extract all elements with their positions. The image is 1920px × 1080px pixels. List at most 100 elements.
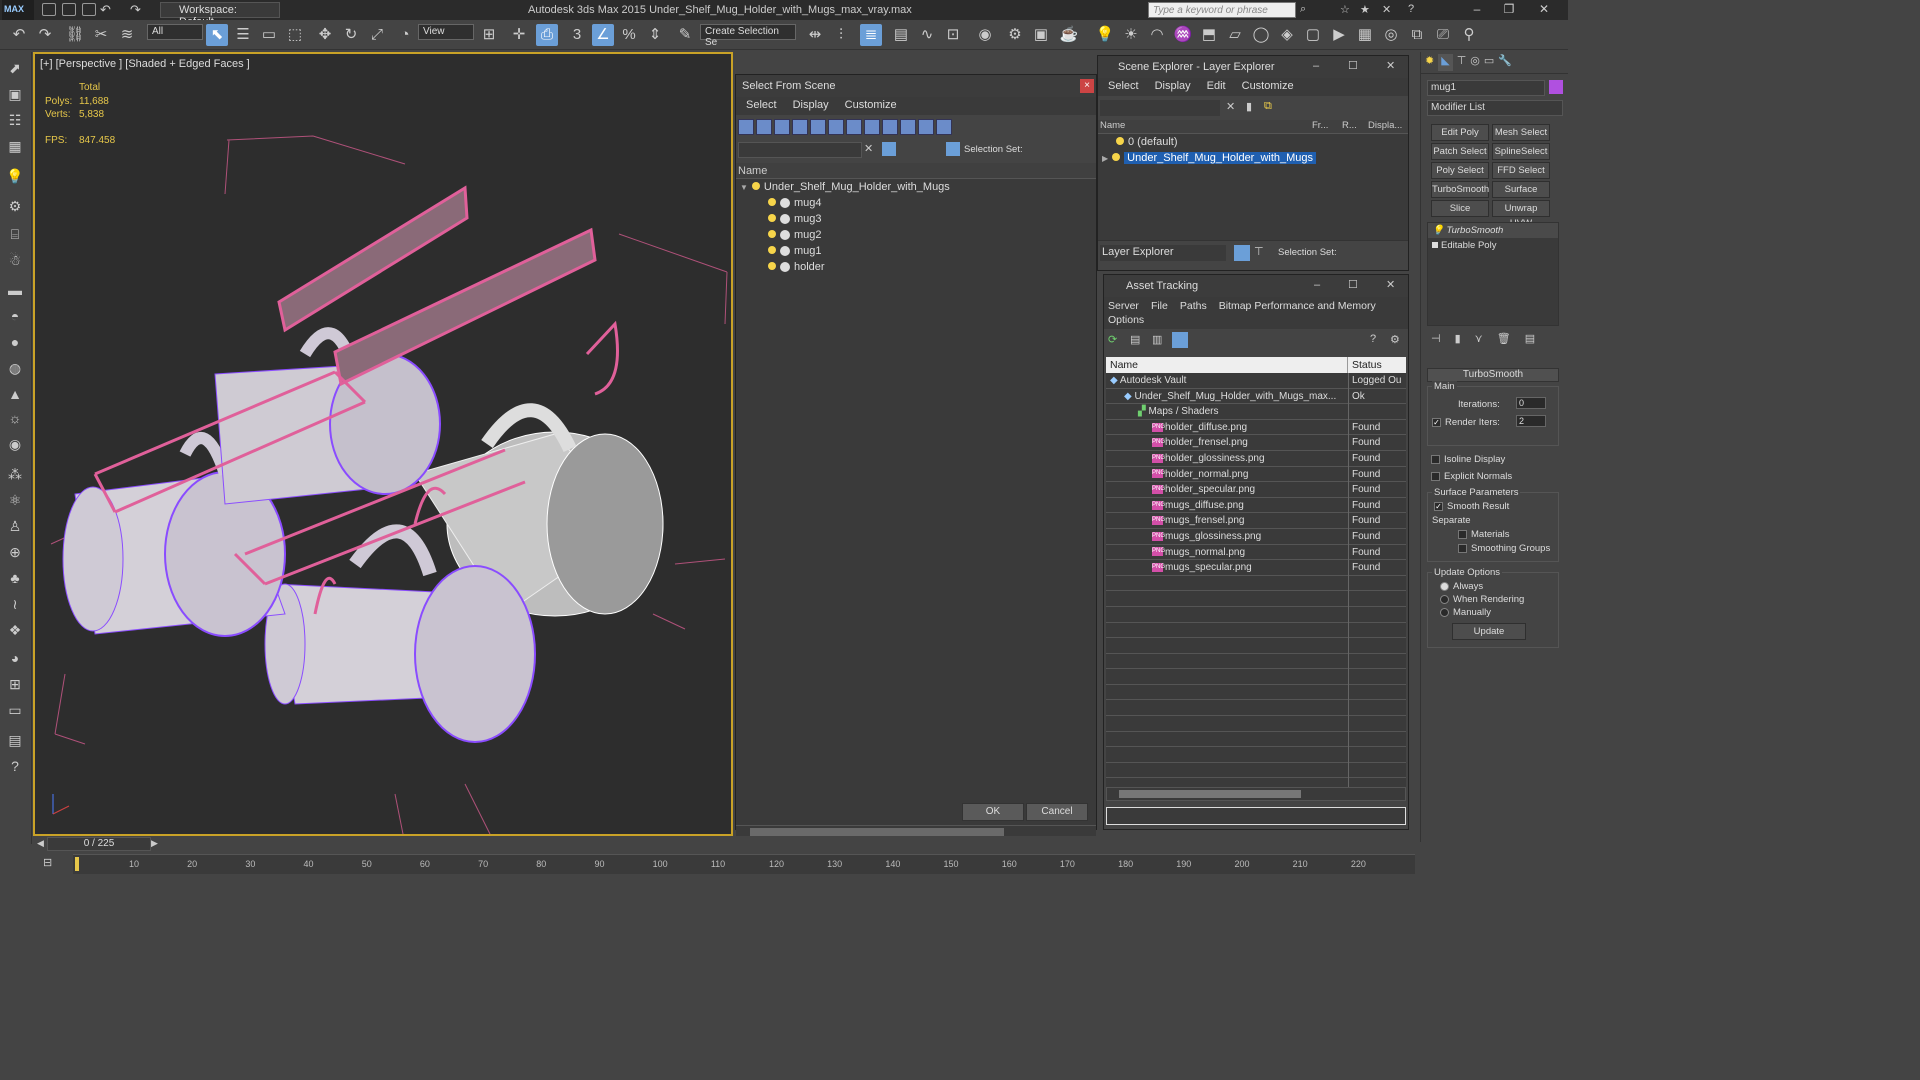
next-frame-icon[interactable]: ▶ [151, 838, 158, 849]
filter-geometry-icon[interactable] [738, 119, 754, 135]
motion-tab-icon[interactable]: ◎ [1470, 54, 1480, 71]
minimize-icon[interactable]: – [1314, 279, 1320, 291]
checkbox-checked[interactable]: ✓ [1434, 501, 1443, 511]
vray-camera-icon[interactable]: ⎚ [1432, 24, 1454, 46]
minimize-icon[interactable]: – [1465, 2, 1489, 18]
table-view-icon[interactable] [1172, 332, 1188, 348]
hierarchy-icon[interactable]: ⊤ [1254, 245, 1264, 258]
show-end-result-icon[interactable]: ▮ [1455, 332, 1461, 352]
monitor-icon[interactable]: ▭ [5, 702, 25, 722]
col-render[interactable]: R... [1342, 120, 1368, 133]
menu-paths[interactable]: Paths [1180, 300, 1207, 312]
menu-edit[interactable]: Edit [1207, 80, 1226, 94]
display-tab-icon[interactable]: ▭ [1484, 54, 1494, 71]
utilities-tab-icon[interactable]: 🔧 [1498, 54, 1512, 71]
open-file-icon[interactable] [62, 3, 76, 16]
star-filled-icon[interactable]: ★ [1360, 3, 1370, 16]
place-icon[interactable]: ◔ [394, 24, 416, 46]
bulb-icon[interactable]: 💡 [1432, 225, 1444, 236]
asset-row[interactable]: PNGholder_glossiness.png Found [1106, 451, 1406, 467]
col-name[interactable]: Name [1106, 357, 1348, 373]
close-x-icon[interactable]: ✕ [1382, 3, 1391, 16]
prev-frame-icon[interactable]: ◀ [37, 838, 44, 849]
menu-customize[interactable]: Customize [845, 99, 897, 113]
scrollbar-thumb[interactable] [1119, 790, 1301, 798]
asset-row[interactable]: PNGmugs_normal.png Found [1106, 545, 1406, 561]
vray-light-icon[interactable]: 💡 [1094, 24, 1116, 46]
help-icon[interactable]: ? [5, 758, 25, 778]
move-icon[interactable]: ✥ [314, 24, 336, 46]
filter-groups-icon[interactable] [846, 119, 862, 135]
undo-icon[interactable]: ↶ [100, 2, 111, 18]
remove-modifier-icon[interactable]: 🗑 [1497, 332, 1511, 352]
menu-file[interactable]: File [1151, 300, 1168, 312]
track-bar[interactable]: 10 20 30 40 50 60 70 80 90 100 110 120 130 140 150 160 1… [73, 854, 1415, 874]
isoline-row[interactable]: Isoline Display [1427, 454, 1559, 465]
vray-sun-icon[interactable]: ☀ [1120, 24, 1142, 46]
layer-row-mugs[interactable]: ▶ Under_Shelf_Mug_Holder_with_Mugs [1098, 150, 1408, 166]
graphite-ribbon-icon[interactable]: ▤ [890, 24, 912, 46]
ffd-select-button[interactable]: FFD Select [1492, 162, 1550, 179]
bulb-icon[interactable] [768, 198, 776, 206]
help-icon[interactable]: ? [1370, 333, 1376, 345]
maximize-icon[interactable]: ❐ [1497, 2, 1521, 18]
unwrap-uvw-button[interactable]: Unwrap UVW [1492, 200, 1550, 229]
radio[interactable] [1440, 594, 1449, 604]
close-icon[interactable]: ✕ [1532, 2, 1556, 18]
render-production-icon[interactable]: ☕ [1058, 24, 1080, 46]
tree-item-mug4[interactable]: mug4 [736, 195, 1096, 211]
character-icon[interactable]: ☃ [5, 252, 25, 272]
rect-selection-icon[interactable]: ▭ [258, 24, 280, 46]
spinner-snap-icon[interactable]: ⇕ [644, 24, 666, 46]
tree-item-holder[interactable]: holder [736, 259, 1096, 275]
refresh-icon[interactable]: ⟳ [1108, 333, 1117, 346]
menu-display[interactable]: Display [1155, 80, 1191, 94]
col-display[interactable]: Displa... [1368, 120, 1408, 133]
select-object-icon[interactable]: ⬉ [206, 24, 228, 46]
edit-poly-button[interactable]: Edit Poly [1431, 124, 1489, 141]
configure-sets-icon[interactable]: ▤ [1525, 332, 1535, 352]
curve-editor-icon[interactable]: ∿ [916, 24, 938, 46]
maximize-icon[interactable]: ☐ [1348, 59, 1358, 72]
filter-cameras-icon[interactable] [792, 119, 808, 135]
cone-icon[interactable]: ▲ [5, 386, 25, 406]
vray-ipr-icon[interactable]: ◎ [1380, 24, 1402, 46]
mirror-icon[interactable]: ⇹ [804, 24, 826, 46]
list-icon[interactable]: ▤ [1130, 333, 1140, 346]
asset-row[interactable]: ◆ Under_Shelf_Mug_Holder_with_Mugs_max..… [1106, 389, 1406, 405]
window-crossing-icon[interactable]: ⬚ [284, 24, 306, 46]
figure-icon[interactable]: ♙ [5, 518, 25, 538]
redo-icon[interactable]: ↷ [130, 2, 141, 18]
asset-row[interactable]: ▞ Maps / Shaders [1106, 404, 1406, 420]
bulb-icon[interactable] [768, 230, 776, 238]
material-editor-icon[interactable]: ◉ [974, 24, 996, 46]
undo-icon[interactable]: ↶ [8, 24, 30, 46]
tree-item-mug2[interactable]: mug2 [736, 227, 1096, 243]
plant-icon[interactable]: ♣ [5, 570, 25, 590]
vray-sphere-icon[interactable]: ◯ [1250, 24, 1272, 46]
close-icon[interactable]: ✕ [1386, 59, 1395, 72]
asset-row[interactable]: PNGholder_specular.png Found [1106, 482, 1406, 498]
slice-button[interactable]: Slice [1431, 200, 1489, 217]
torus-icon[interactable]: ◍ [5, 360, 25, 380]
save-file-icon[interactable] [82, 3, 96, 16]
particles-icon[interactable]: ⁂ [5, 466, 25, 486]
object-color-swatch[interactable] [1549, 80, 1563, 94]
radio[interactable] [1440, 607, 1449, 617]
edit-named-sets-icon[interactable]: ✎ [674, 24, 696, 46]
unlink-icon[interactable]: ✂ [90, 24, 112, 46]
bind-spacewarp-icon[interactable]: ≋ [116, 24, 138, 46]
redo-icon[interactable]: ↷ [34, 24, 56, 46]
asset-row[interactable]: PNGholder_normal.png Found [1106, 467, 1406, 483]
menu-bitmap-performance[interactable]: Bitmap Performance and Memory [1219, 300, 1376, 312]
col-status[interactable]: Status [1348, 357, 1406, 373]
layers-icon[interactable]: ☷ [5, 112, 25, 132]
menu-select[interactable]: Select [1108, 80, 1139, 94]
smoothing-groups-row[interactable]: Smoothing Groups [1458, 543, 1550, 554]
checkbox[interactable] [1458, 543, 1467, 553]
vray-fur-icon[interactable]: ♒ [1172, 24, 1194, 46]
make-unique-icon[interactable]: ⋎ [1475, 332, 1483, 352]
cylinder-icon[interactable]: ⌸ [5, 226, 25, 246]
filter-helpers-icon[interactable] [810, 119, 826, 135]
bulb-icon[interactable] [1112, 153, 1121, 161]
